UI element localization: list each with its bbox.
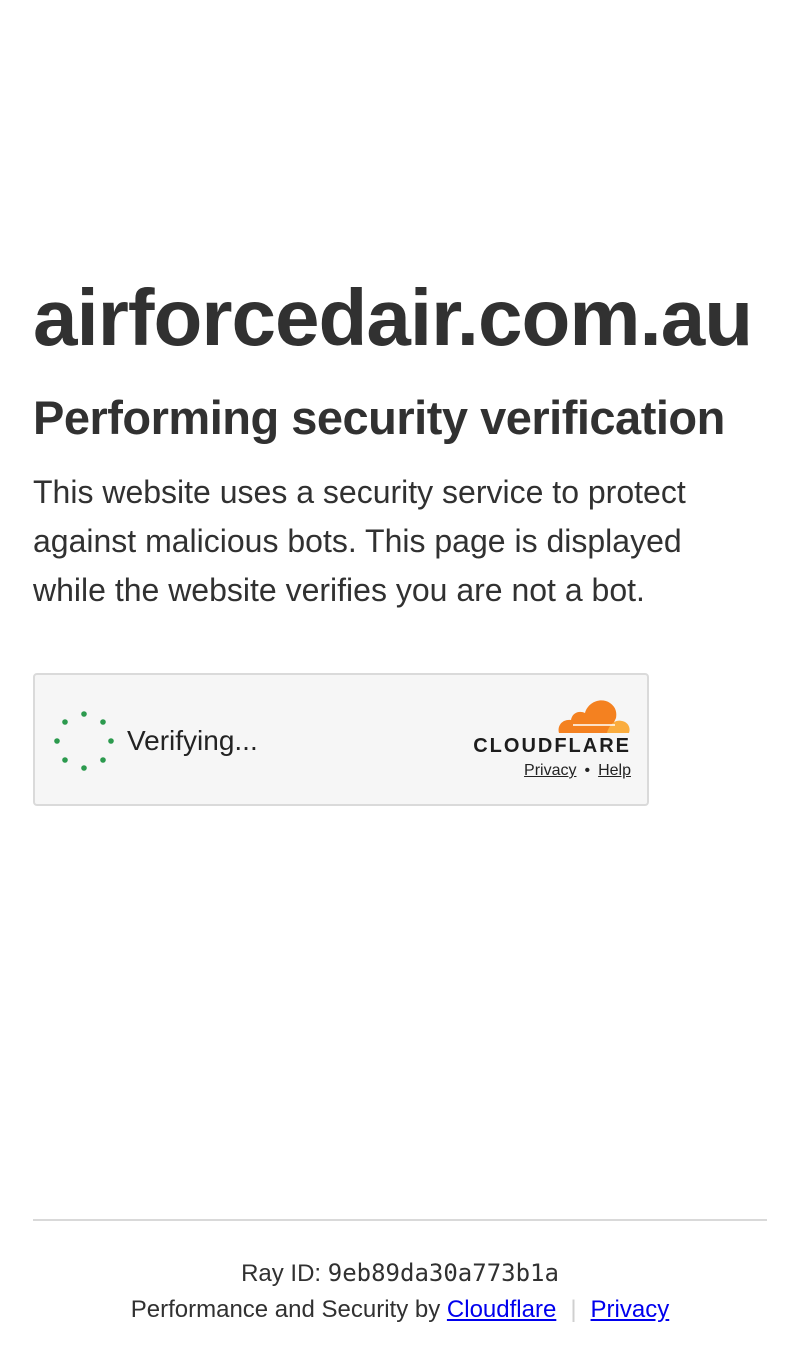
page-subtitle: Performing security verification [33,391,725,444]
cloudflare-cloud-icon [558,700,630,733]
ray-id-line: Ray ID: 9eb89da30a773b1a [0,1255,800,1292]
widget-privacy-link[interactable]: Privacy [524,762,576,779]
widget-links: Privacy • Help [524,760,631,782]
ray-id-value: 9eb89da30a773b1a [327,1259,559,1287]
spinner-icon [54,711,114,771]
widget-help-link[interactable]: Help [598,762,631,779]
verification-description: This website uses a security service to … [33,474,686,608]
main-content: airforcedair.com.au Performing security … [33,268,773,615]
challenge-page: airforcedair.com.au Performing security … [0,0,800,1362]
turnstile-widget[interactable]: Verifying... CLOUDFLARE Privacy • Help [33,673,649,806]
verifying-status: Verifying... [127,725,258,756]
footer-privacy-link[interactable]: Privacy [591,1296,670,1323]
site-title: airforcedair.com.au [33,273,753,362]
performance-line: Performance and Security by Cloudflare | P… [0,1292,800,1328]
footer-separator: | [570,1296,577,1323]
performance-text: Performance and Security by [130,1296,441,1323]
widget-link-separator: • [584,762,591,779]
footer-divider [33,1219,767,1221]
ray-id-label: Ray ID: [241,1260,322,1287]
cloudflare-branding: CLOUDFLARE Privacy • Help [471,697,631,793]
cloudflare-link[interactable]: Cloudflare [447,1296,556,1323]
cloudflare-wordmark: CLOUDFLARE [473,735,631,757]
